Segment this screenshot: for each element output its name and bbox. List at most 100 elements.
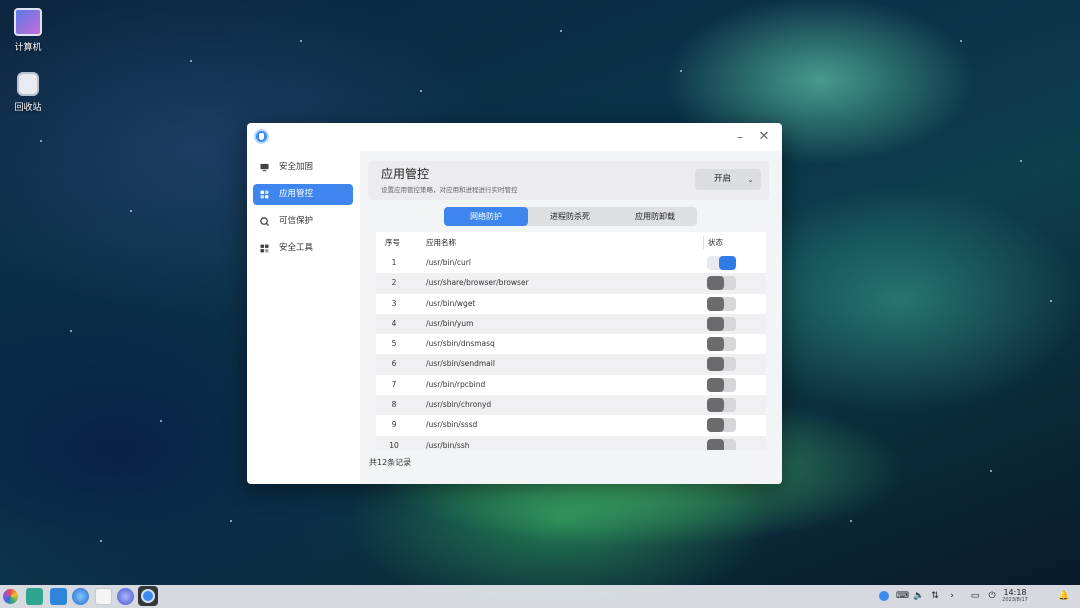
row-index: 2 <box>391 278 397 288</box>
minimize-button[interactable]: – <box>731 128 749 146</box>
table-row: 2/usr/share/browser/browser <box>376 273 766 294</box>
desktop-icon-label: 计算机 <box>14 43 42 53</box>
sidebar-item-security-tools[interactable]: 安全工具 <box>253 238 353 259</box>
main-content: 应用管控 设置应用管控策略，对应用和进程进行实时管控 开启 ⌄ 网络防护 进程防… <box>360 151 782 484</box>
taskbar: ⌨ 🔈 ⇅ › ▭ ⏻ 14:18 2023/8/17 🔔 <box>0 585 1080 608</box>
toggle-knob <box>719 256 736 270</box>
status-toggle[interactable] <box>707 296 736 311</box>
row-app-name: /usr/sbin/chronyd <box>426 400 492 410</box>
toggle-knob <box>707 398 724 413</box>
row-index: 9 <box>391 420 397 430</box>
status-toggle[interactable] <box>707 377 736 392</box>
status-toggle[interactable] <box>707 316 736 331</box>
row-app-name: /usr/sbin/sssd <box>426 420 478 430</box>
toggle-knob <box>707 296 724 311</box>
column-header-name: 应用名称 <box>426 238 456 247</box>
column-header-status: 状态 <box>708 238 723 247</box>
security-tray-icon[interactable] <box>879 591 889 601</box>
status-toggle[interactable] <box>707 418 736 433</box>
sidebar-item-trusted-protection[interactable]: 可信保护 <box>253 211 353 232</box>
toggle-knob <box>707 357 724 372</box>
table-header: 序号 应用名称 状态 <box>376 232 766 253</box>
row-app-name: /usr/sbin/sendmail <box>426 359 495 369</box>
keyboard-icon[interactable]: ⌨ <box>896 591 909 601</box>
table-row: 7/usr/bin/rpcbind <box>376 374 766 396</box>
table-row: 8/usr/sbin/chronyd <box>376 395 766 416</box>
table-body: 1/usr/bin/curl 2/usr/share/browser/browse… <box>376 253 766 450</box>
tab-process-anti-kill[interactable]: 进程防杀死 <box>528 207 612 226</box>
desktop-icon-computer[interactable]: 计算机 <box>0 8 56 53</box>
desktop-icon-trash[interactable]: 回收站 <box>0 72 56 113</box>
page-title: 应用管控 <box>381 167 430 181</box>
trash-icon <box>17 72 39 96</box>
row-index: 8 <box>391 400 397 410</box>
chevron-down-icon: ⌄ <box>747 175 754 184</box>
tab-app-anti-uninstall[interactable]: 应用防卸载 <box>613 207 697 226</box>
status-toggle[interactable] <box>707 438 736 450</box>
row-index: 7 <box>391 379 397 389</box>
table-row: 9/usr/sbin/sssd <box>376 415 766 436</box>
app-store-icon[interactable] <box>50 588 67 605</box>
sidebar-item-app-control[interactable]: 应用管控 <box>253 184 353 205</box>
status-toggle[interactable] <box>707 256 736 270</box>
sidebar-item-label: 可信保护 <box>279 216 314 226</box>
clock-date: 2023/8/17 <box>1002 597 1028 603</box>
sidebar-item-label: 安全工具 <box>279 243 314 253</box>
monitor-icon <box>260 163 269 172</box>
computer-icon <box>14 8 42 36</box>
calendar-icon[interactable] <box>95 588 112 605</box>
table-row: 6/usr/sbin/sendmail <box>376 354 766 375</box>
header-card: 应用管控 设置应用管控策略，对应用和进程进行实时管控 开启 ⌄ <box>368 161 769 200</box>
app-control-icon <box>260 190 269 199</box>
tab-bar: 网络防护 进程防杀死 应用防卸载 <box>444 207 697 226</box>
browser-icon[interactable] <box>72 588 89 605</box>
sidebar-item-hardening[interactable]: 安全加固 <box>253 157 353 178</box>
expand-tray-icon[interactable]: › <box>947 591 957 601</box>
policy-status-select[interactable]: 开启 ⌄ <box>695 169 761 190</box>
titlebar: – ✕ <box>247 123 782 151</box>
status-toggle[interactable] <box>707 357 736 372</box>
toolbox-icon <box>260 244 269 253</box>
row-app-name: /usr/bin/curl <box>426 258 471 267</box>
network-icon[interactable]: ⇅ <box>930 591 940 601</box>
row-app-name: /usr/sbin/dnsmasq <box>426 339 495 349</box>
start-menu-icon[interactable] <box>3 589 18 604</box>
notification-bell-icon[interactable]: 🔔 <box>1058 591 1069 601</box>
trusted-shield-icon <box>260 217 269 226</box>
toggle-knob <box>707 276 724 291</box>
table-row: 5/usr/sbin/dnsmasq <box>376 334 766 355</box>
row-index: 5 <box>391 339 397 349</box>
volume-icon[interactable]: 🔈 <box>913 591 924 601</box>
table-row: 1/usr/bin/curl <box>376 253 766 274</box>
clock-time: 14:18 <box>1003 588 1027 597</box>
file-manager-icon[interactable] <box>26 588 43 605</box>
row-index: 6 <box>391 359 397 369</box>
toggle-knob <box>707 377 724 392</box>
row-app-name: /usr/bin/ssh <box>426 440 470 450</box>
security-center-taskbar-icon[interactable] <box>138 586 158 606</box>
status-toggle[interactable] <box>707 337 736 352</box>
taskbar-clock[interactable]: 14:18 2023/8/17 <box>1000 588 1030 604</box>
display-icon[interactable]: ▭ <box>970 591 980 601</box>
record-count: 共12条记录 <box>369 458 412 467</box>
row-app-name: /usr/bin/wget <box>426 298 476 308</box>
settings-icon[interactable] <box>117 588 134 605</box>
power-icon[interactable]: ⏻ <box>987 591 997 601</box>
desktop-icon-label: 回收站 <box>14 103 42 113</box>
toggle-knob <box>707 438 724 450</box>
close-button[interactable]: ✕ <box>755 128 773 146</box>
table-row: 10/usr/bin/ssh <box>376 435 766 450</box>
security-center-window: – ✕ 安全加固 应用管控 可信保护 安全工具 应用管控 设置应用管控策略，对应… <box>247 123 782 484</box>
page-description: 设置应用管控策略，对应用和进程进行实时管控 <box>381 186 518 194</box>
table-row: 4/usr/bin/yum <box>376 313 766 335</box>
sidebar-item-label: 应用管控 <box>279 189 314 199</box>
toggle-knob <box>707 418 724 433</box>
column-header-index: 序号 <box>385 238 400 247</box>
tab-network-protection[interactable]: 网络防护 <box>444 207 528 226</box>
toggle-knob <box>707 337 724 352</box>
row-app-name: /usr/bin/rpcbind <box>426 379 486 389</box>
app-logo-icon <box>254 129 269 144</box>
status-toggle[interactable] <box>707 276 736 291</box>
row-app-name: /usr/bin/yum <box>426 318 474 328</box>
status-toggle[interactable] <box>707 398 736 413</box>
